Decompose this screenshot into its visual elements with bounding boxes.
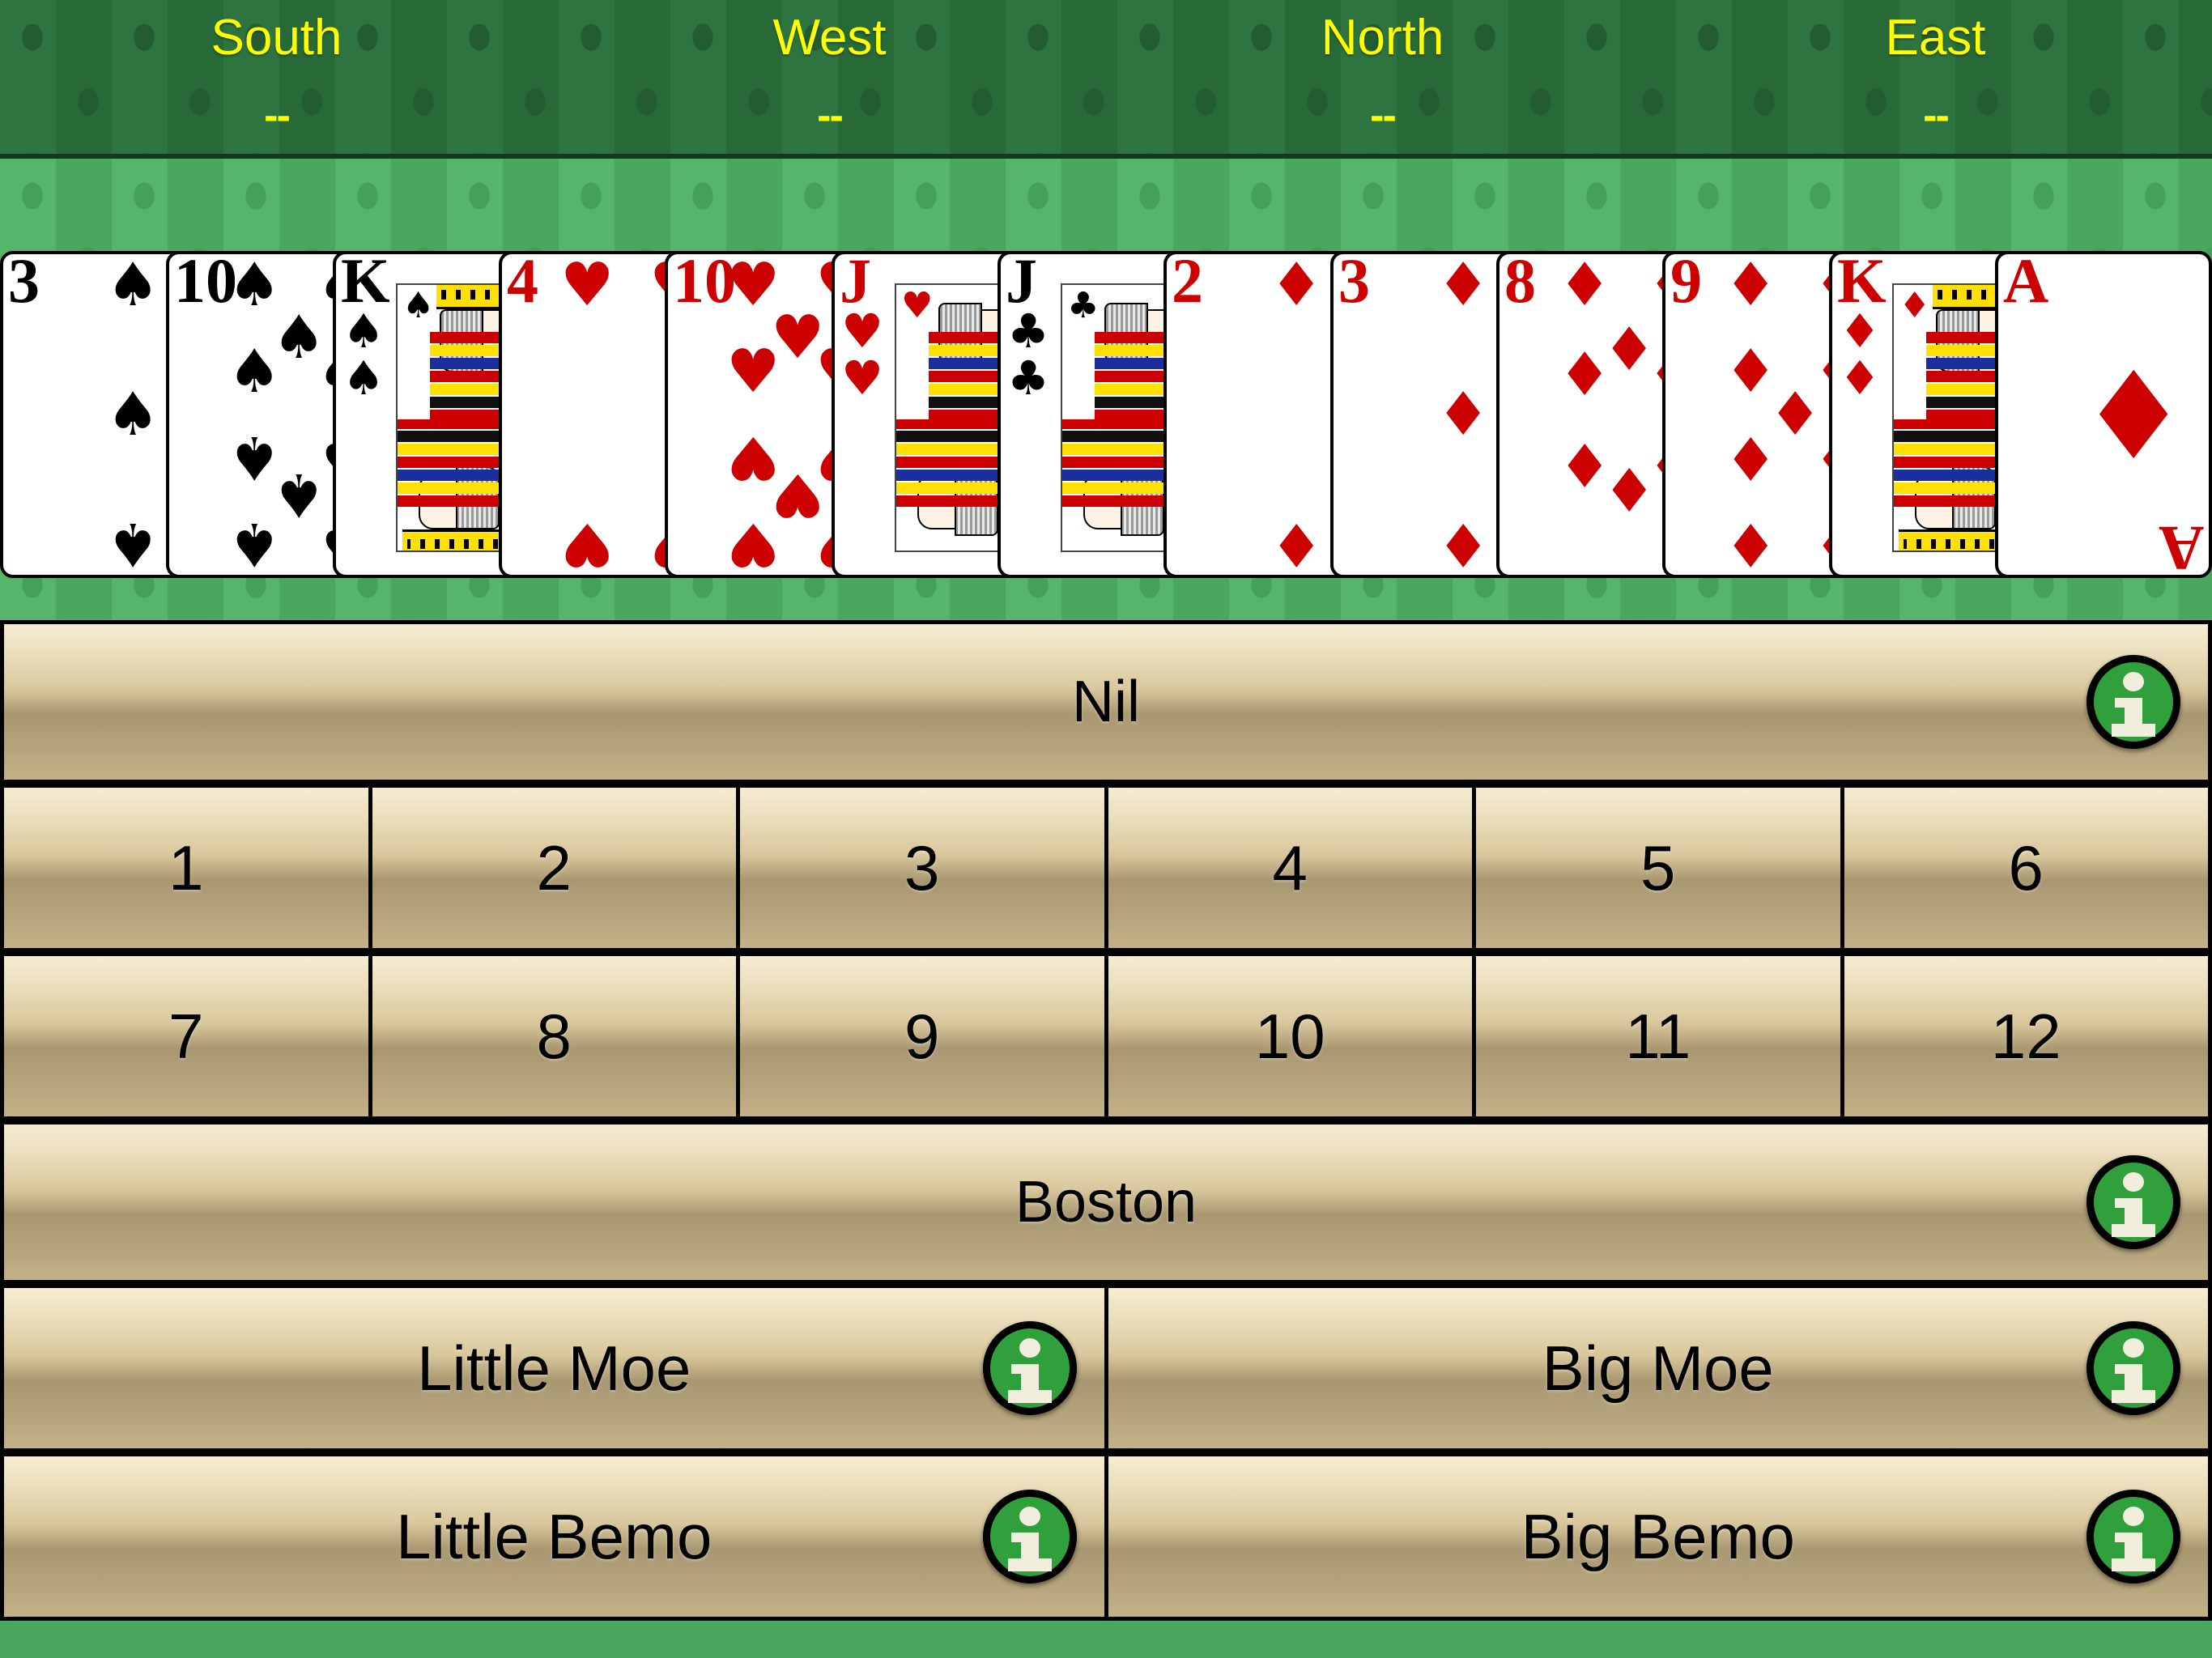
bid-button-10[interactable]: 10 [1104, 952, 1476, 1120]
card-corner-suit: ♥ [841, 351, 883, 406]
seat-name-east: East [1885, 10, 1986, 66]
info-icon-boston[interactable] [2087, 1155, 2180, 1249]
card-corner-suit: ♠ [342, 351, 385, 406]
card-corner-index: 2 [1172, 251, 1203, 316]
card-corner-index: 4 [507, 251, 538, 316]
seat-east: East -- [1659, 0, 2212, 154]
bid-boston-label: Boston [1015, 1170, 1197, 1235]
bid-big-bemo-button[interactable]: Big Bemo [1104, 1452, 2212, 1621]
bid-label-9: 9 [904, 1000, 940, 1072]
seat-west: West -- [553, 0, 1106, 154]
seat-score-south: -- [264, 92, 291, 140]
seat-south: South -- [0, 0, 553, 154]
card-corner-suit: ♣ [1007, 304, 1049, 359]
seat-name-south: South [211, 10, 342, 66]
info-glyph [2094, 1329, 2173, 1408]
bid-little-moe-label: Little Moe [417, 1332, 691, 1404]
bid-label-5: 5 [1640, 831, 1676, 903]
bid-button-1[interactable]: 1 [0, 784, 372, 952]
seat-name-north: North [1321, 10, 1444, 66]
card-corner-index: A [2003, 251, 2049, 316]
bid-number-row-1: 1 2 3 4 5 6 [0, 784, 2212, 952]
bid-bemo-row: Little Bemo Big Bemo [0, 1452, 2212, 1621]
bid-big-moe-label: Big Moe [1542, 1332, 1774, 1404]
bid-label-10: 10 [1254, 1000, 1325, 1072]
bid-label-4: 4 [1272, 831, 1308, 903]
bid-label-1: 1 [168, 831, 204, 903]
bid-label-12: 12 [1990, 1000, 2061, 1072]
bid-little-bemo-button[interactable]: Little Bemo [0, 1452, 1108, 1621]
bid-label-7: 7 [168, 1000, 204, 1072]
seat-score-east: -- [1923, 92, 1950, 140]
info-glyph [2094, 662, 2173, 742]
scoreboard-header: South -- West -- North -- East -- [0, 0, 2212, 159]
bid-button-3[interactable]: 3 [736, 784, 1108, 952]
info-icon-big-bemo[interactable] [2087, 1490, 2180, 1584]
info-icon-big-moe[interactable] [2087, 1321, 2180, 1415]
card-corner-index: A [2158, 513, 2204, 578]
card-corner-index: 9 [1670, 251, 1702, 316]
card-corner-suit: ♥ [841, 304, 883, 359]
bid-label-2: 2 [536, 831, 572, 903]
bid-button-11[interactable]: 11 [1472, 952, 1844, 1120]
card-corner-index: 3 [8, 251, 40, 316]
bid-button-9[interactable]: 9 [736, 952, 1108, 1120]
bid-big-bemo-label: Big Bemo [1521, 1500, 1795, 1572]
card-corner-suit: ♠ [342, 304, 385, 359]
info-icon-little-bemo[interactable] [982, 1490, 1077, 1584]
bid-button-6[interactable]: 6 [1840, 784, 2212, 952]
info-glyph [2094, 1163, 2173, 1242]
seat-north: North -- [1106, 0, 1659, 154]
table-felt: 3♠♠♠10♠♠♠♠♠♠♠♠♠♠K♠♠♠♠4♥♥♥♥10♥♥♥♥♥♥♥♥♥♥J♥… [0, 159, 2212, 620]
bid-big-moe-button[interactable]: Big Moe [1104, 1284, 2212, 1452]
bid-button-2[interactable]: 2 [368, 784, 740, 952]
seat-score-north: -- [1370, 92, 1397, 140]
bid-little-bemo-label: Little Bemo [396, 1500, 713, 1572]
bid-nil-label: Nil [1072, 670, 1140, 734]
bid-label-11: 11 [1625, 1000, 1691, 1072]
info-icon-little-moe[interactable] [982, 1321, 1077, 1415]
seat-name-west: West [772, 10, 887, 66]
bid-moe-row: Little Moe Big Moe [0, 1284, 2212, 1452]
info-glyph [2094, 1497, 2173, 1576]
card-corner-suit: ♦ [1839, 351, 1881, 406]
card-corner-suit: ♦ [1839, 304, 1881, 359]
bidding-panel: Nil 1 2 3 4 5 6 7 8 9 10 11 12 Boston Li… [0, 620, 2212, 1658]
bid-button-4[interactable]: 4 [1104, 784, 1476, 952]
card-corner-index: 8 [1504, 251, 1536, 316]
bid-button-8[interactable]: 8 [368, 952, 740, 1120]
bid-little-moe-button[interactable]: Little Moe [0, 1284, 1108, 1452]
info-icon-nil[interactable] [2087, 655, 2180, 749]
bid-label-8: 8 [536, 1000, 572, 1072]
seat-score-west: -- [817, 92, 844, 140]
bid-button-5[interactable]: 5 [1472, 784, 1844, 952]
card-corner-index: 3 [1338, 251, 1370, 316]
player-hand: 3♠♠♠10♠♠♠♠♠♠♠♠♠♠K♠♠♠♠4♥♥♥♥10♥♥♥♥♥♥♥♥♥♥J♥… [0, 251, 2212, 578]
card-corner-suit: ♣ [1007, 351, 1049, 406]
info-glyph [990, 1329, 1070, 1408]
bid-boston-button[interactable]: Boston [0, 1120, 2212, 1284]
info-glyph [990, 1497, 1070, 1576]
hand-card-a-diamonds[interactable]: A ♦ A [1995, 251, 2212, 578]
bid-number-row-2: 7 8 9 10 11 12 [0, 952, 2212, 1120]
bid-button-7[interactable]: 7 [0, 952, 372, 1120]
bid-button-12[interactable]: 12 [1840, 952, 2212, 1120]
bid-nil-button[interactable]: Nil [0, 620, 2212, 784]
game-screen: South -- West -- North -- East -- 3 ♠ ♠ ♠ 10… [0, 0, 2212, 1658]
bid-label-6: 6 [2008, 831, 2044, 903]
bid-label-3: 3 [904, 831, 940, 903]
